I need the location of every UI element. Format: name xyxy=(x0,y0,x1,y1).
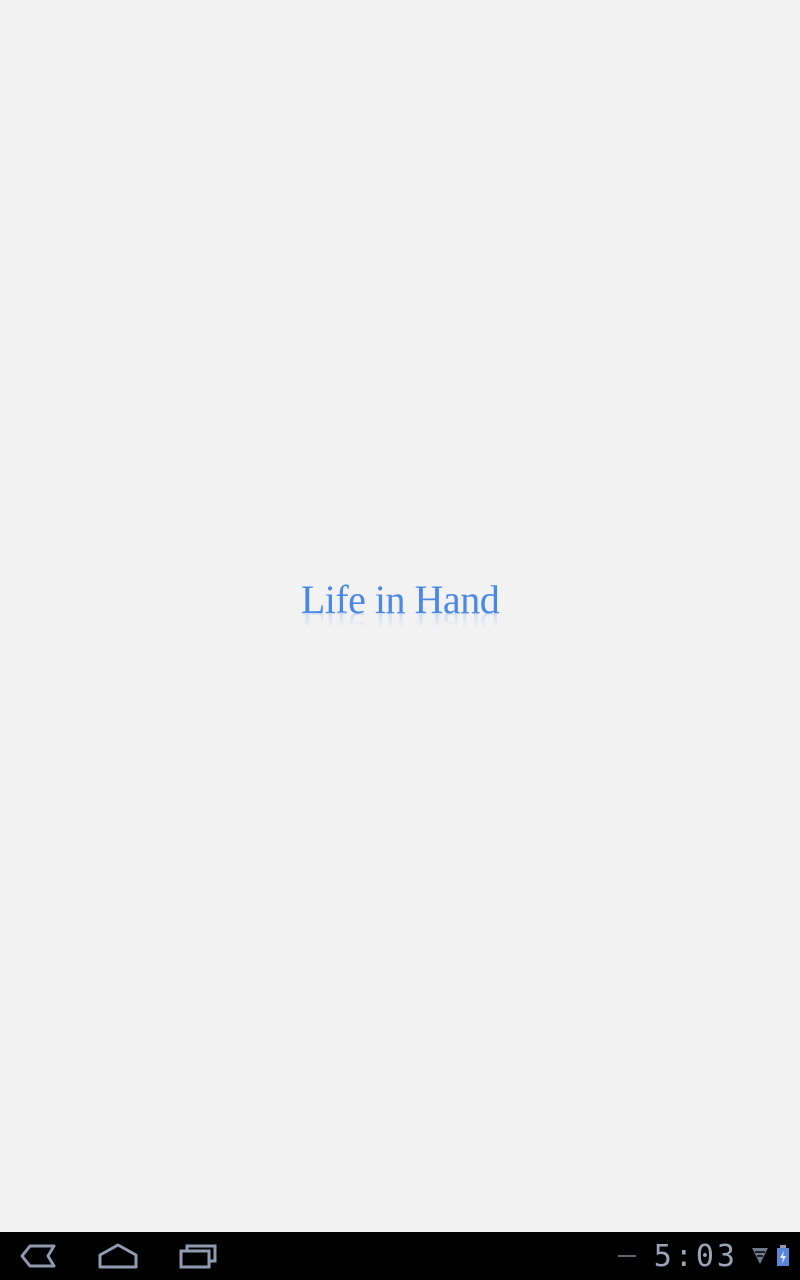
splash-screen: Life in Hand Life in Hand xyxy=(0,0,800,1232)
wifi-icon xyxy=(752,1248,768,1264)
system-navigation-bar: 5:03 xyxy=(0,1232,800,1280)
home-button[interactable] xyxy=(88,1232,148,1280)
back-button[interactable] xyxy=(8,1232,68,1280)
notification-dash-icon xyxy=(617,1255,636,1257)
app-logo: Life in Hand Life in Hand xyxy=(0,576,800,654)
battery-charging-icon xyxy=(777,1245,789,1266)
home-icon xyxy=(98,1243,138,1269)
clock: 5:03 xyxy=(653,1238,738,1274)
back-icon xyxy=(20,1244,56,1268)
recent-apps-icon xyxy=(179,1244,217,1269)
app-logo-reflection: Life in Hand xyxy=(300,604,500,649)
status-area[interactable]: 5:03 xyxy=(617,1232,800,1280)
recent-apps-button[interactable] xyxy=(168,1232,228,1280)
